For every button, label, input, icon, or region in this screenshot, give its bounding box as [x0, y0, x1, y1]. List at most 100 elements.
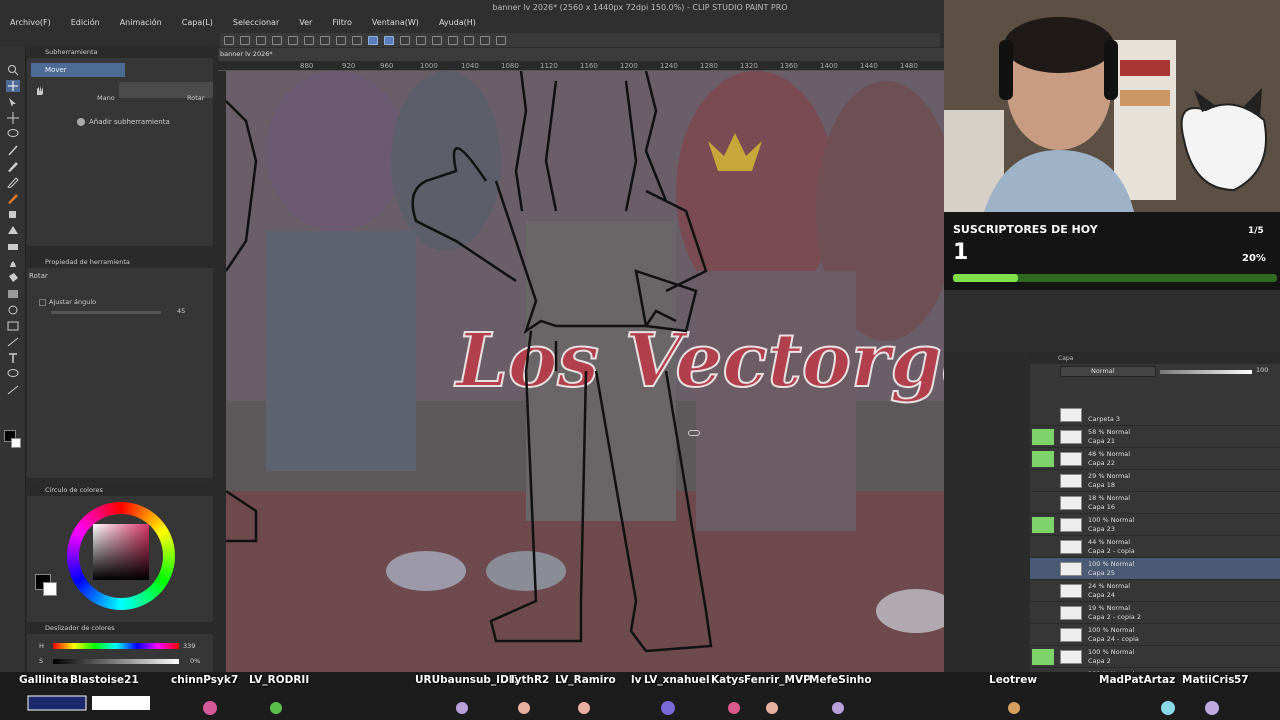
rotate-icon[interactable]: [480, 35, 490, 45]
subtool-group-mover[interactable]: Mover: [31, 63, 125, 77]
snap-grid-icon[interactable]: [400, 35, 410, 45]
eye-icon[interactable]: [1032, 649, 1054, 665]
menu-ventana[interactable]: Ventana(W): [362, 16, 429, 30]
reset-view-icon[interactable]: [496, 35, 506, 45]
new-icon[interactable]: [224, 35, 234, 45]
deselect-icon[interactable]: [352, 35, 362, 45]
eye-icon[interactable]: [1032, 583, 1054, 599]
layer-row[interactable]: 18 % Normal Capa 16: [1030, 492, 1280, 514]
eye-icon[interactable]: [1032, 408, 1054, 423]
ajustar-checkbox[interactable]: [39, 299, 46, 306]
angle-slider[interactable]: [51, 311, 161, 314]
s-value[interactable]: 0%: [190, 657, 200, 665]
eyedropper-tool-icon[interactable]: [6, 144, 20, 156]
layer-row[interactable]: 48 % Normal Capa 22: [1030, 448, 1280, 470]
menu-filtro[interactable]: Filtro: [322, 16, 362, 30]
h-value[interactable]: 339: [183, 642, 195, 650]
eye-icon[interactable]: [1032, 605, 1054, 621]
layer-row[interactable]: 24 % Normal Capa 24: [1030, 580, 1280, 602]
eye-icon[interactable]: [1032, 539, 1054, 555]
blend-mode-select[interactable]: Normal: [1060, 366, 1156, 377]
layer-row[interactable]: 100 % Normal Capa 2: [1030, 646, 1280, 668]
tool-property-tab[interactable]: Propiedad de herramienta: [27, 256, 213, 268]
decoration-tool-icon[interactable]: [6, 224, 20, 236]
subtool-tab[interactable]: Subherramienta: [27, 46, 213, 58]
zoom-tool-icon[interactable]: [6, 64, 20, 76]
fit-icon[interactable]: [432, 35, 442, 45]
clear-icon[interactable]: [304, 35, 314, 45]
transform-icon[interactable]: [320, 35, 330, 45]
eye-icon[interactable]: [1032, 429, 1054, 445]
menu-archivo[interactable]: Archivo(F): [0, 16, 61, 30]
layer-row[interactable]: 29 % Normal Capa 18: [1030, 470, 1280, 492]
select-all-icon[interactable]: [336, 35, 346, 45]
frame-tool-icon[interactable]: [6, 320, 20, 332]
redo-icon[interactable]: [288, 35, 298, 45]
hue-slider[interactable]: [53, 643, 179, 649]
opacity-value[interactable]: 100: [1256, 366, 1268, 374]
lasso-tool-icon[interactable]: [6, 128, 20, 140]
sub-color-chip[interactable]: [43, 582, 57, 596]
layer-row[interactable]: Carpeta 3: [1030, 408, 1280, 426]
saturation-square[interactable]: [93, 524, 149, 580]
brush-tool-icon[interactable]: [6, 192, 20, 204]
flip-icon[interactable]: [464, 35, 474, 45]
layer-row[interactable]: 100 % Normal Capa 23: [1030, 514, 1280, 536]
figure-tool-icon[interactable]: [6, 304, 20, 316]
color-slider-tab[interactable]: Deslizador de colores: [27, 622, 213, 634]
zoom-icon[interactable]: [448, 35, 458, 45]
add-subtool-button[interactable]: Añadir subherramienta: [89, 118, 170, 126]
eye-icon[interactable]: [1032, 451, 1054, 467]
menu-edicion[interactable]: Edición: [61, 16, 110, 30]
eye-icon[interactable]: [1032, 561, 1054, 577]
airbrush-tool-icon[interactable]: [6, 208, 20, 220]
eye-icon[interactable]: [1032, 495, 1054, 511]
ruler-label: 1080: [501, 62, 519, 70]
layer-name: Capa 22: [1088, 459, 1115, 467]
layer-row[interactable]: 100 % Normal Capa 24 - copia: [1030, 624, 1280, 646]
undo-icon[interactable]: [272, 35, 282, 45]
color-wheel-tab[interactable]: Círculo de colores: [27, 484, 213, 496]
layer-row[interactable]: 44 % Normal Capa 2 - copia: [1030, 536, 1280, 558]
save-icon[interactable]: [256, 35, 266, 45]
move-tool-icon[interactable]: [6, 80, 20, 92]
layer-row[interactable]: 19 % Normal Capa 2 - copia 2: [1030, 602, 1280, 624]
layer-row[interactable]: 100 % Normal Capa 25: [1030, 558, 1280, 580]
menu-animacion[interactable]: Animación: [110, 16, 172, 30]
menu-ver[interactable]: Ver: [289, 16, 322, 30]
eraser-tool-icon[interactable]: [6, 240, 20, 252]
hand-icon[interactable]: [33, 84, 47, 96]
angle-value[interactable]: 45: [177, 307, 185, 315]
menu-ayuda[interactable]: Ayuda(H): [429, 16, 486, 30]
gradient-tool-icon[interactable]: [6, 288, 20, 300]
menu-capa[interactable]: Capa(L): [172, 16, 223, 30]
subs-count: 1: [953, 240, 969, 265]
snap-special-icon[interactable]: [384, 35, 394, 45]
eye-icon[interactable]: [1032, 627, 1054, 643]
pencil-tool-icon[interactable]: [6, 176, 20, 189]
saturation-slider[interactable]: [53, 659, 179, 664]
operation-tool-icon[interactable]: [6, 96, 20, 108]
fill-tool-icon[interactable]: [6, 272, 20, 284]
artwork-canvas[interactable]: Los Vectorgas: [226, 71, 944, 672]
text-tool-icon[interactable]: [6, 352, 20, 364]
eye-icon[interactable]: [1032, 517, 1054, 533]
help-icon[interactable]: [416, 35, 426, 45]
move-layer-tool-icon[interactable]: [6, 112, 20, 124]
open-icon[interactable]: [240, 35, 250, 45]
correct-line-tool-icon[interactable]: [6, 384, 20, 396]
menu-seleccionar[interactable]: Seleccionar: [223, 16, 289, 30]
rotate-subtool-label[interactable]: Rotar: [187, 94, 204, 102]
eye-icon[interactable]: [1032, 473, 1054, 489]
layer-tab[interactable]: Capa: [1030, 352, 1280, 364]
document-tab[interactable]: banner lv 2026*: [218, 50, 273, 60]
snap-ruler-icon[interactable]: [368, 35, 378, 45]
ruler-tool-icon[interactable]: [6, 336, 20, 348]
hand-subtool-label[interactable]: Mano: [97, 94, 115, 102]
sub-color-swatch[interactable]: [11, 438, 21, 448]
pen-tool-icon[interactable]: [6, 160, 20, 172]
opacity-slider[interactable]: [1160, 370, 1252, 374]
balloon-tool-icon[interactable]: [6, 368, 20, 380]
layer-row[interactable]: 58 % Normal Capa 21: [1030, 426, 1280, 448]
blend-tool-icon[interactable]: [6, 256, 20, 268]
